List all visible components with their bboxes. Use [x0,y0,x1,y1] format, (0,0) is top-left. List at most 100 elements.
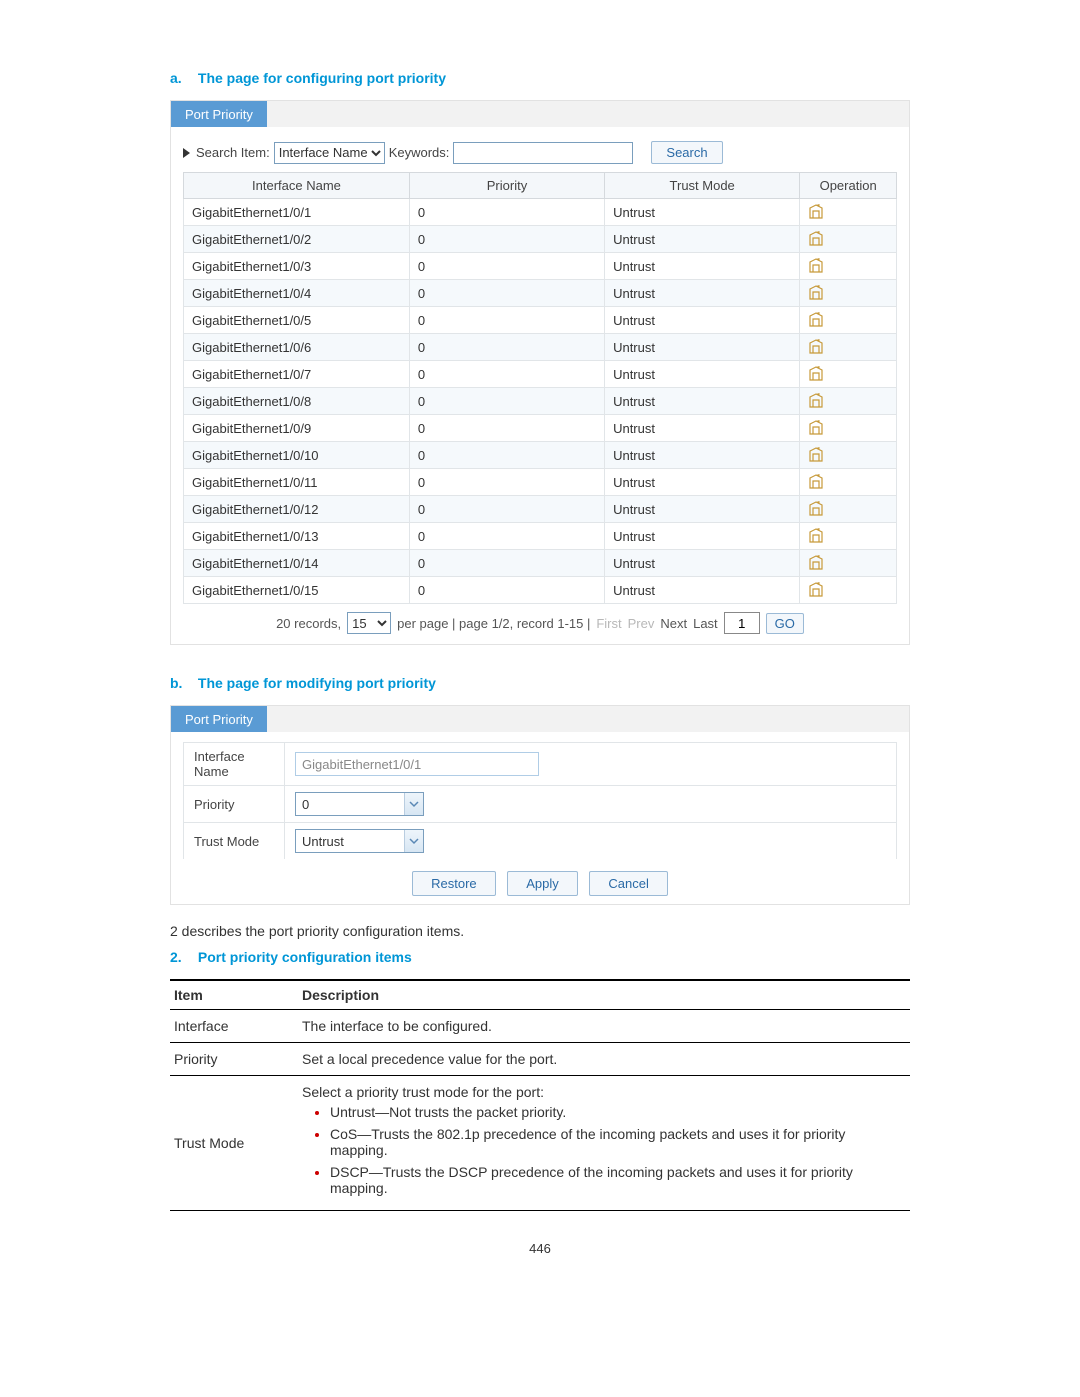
cell-priority: 0 [409,550,604,577]
table-row: GigabitEthernet1/0/130Untrust [184,523,897,550]
cell-priority: 0 [409,253,604,280]
panel-b: Interface Name Priority 0 Trust Mo [170,732,910,905]
col-priority: Priority [409,173,604,199]
tab-port-priority-b[interactable]: Port Priority [171,706,267,732]
edit-icon[interactable] [808,285,888,301]
edit-icon[interactable] [808,204,888,220]
keywords-label: Keywords: [389,145,450,160]
edit-icon[interactable] [808,447,888,463]
lbl-trust: Trust Mode [184,823,285,860]
cell-interface: GigabitEthernet1/0/7 [184,361,410,388]
edit-icon[interactable] [808,393,888,409]
cell-interface: GigabitEthernet1/0/5 [184,307,410,334]
cell-trust: Untrust [605,334,800,361]
table-row: GigabitEthernet1/0/70Untrust [184,361,897,388]
cell-trust: Untrust [605,496,800,523]
tab-bar-b: Port Priority [170,705,910,732]
cell-priority: 0 [409,523,604,550]
keywords-input[interactable] [453,142,633,164]
edit-icon[interactable] [808,474,888,490]
edit-icon[interactable] [808,258,888,274]
doc-trust-desc: Select a priority trust mode for the por… [298,1076,910,1211]
cell-interface: GigabitEthernet1/0/9 [184,415,410,442]
search-item-select[interactable]: Interface Name [274,142,385,164]
cell-priority: 0 [409,307,604,334]
lbl-priority: Priority [184,786,285,823]
cell-interface: GigabitEthernet1/0/11 [184,469,410,496]
cell-trust: Untrust [605,280,800,307]
table-row: GigabitEthernet1/0/20Untrust [184,226,897,253]
cell-priority: 0 [409,388,604,415]
edit-icon[interactable] [808,339,888,355]
table-row: GigabitEthernet1/0/30Untrust [184,253,897,280]
edit-icon[interactable] [808,312,888,328]
table-row: GigabitEthernet1/0/120Untrust [184,496,897,523]
button-row: Restore Apply Cancel [183,871,897,896]
interface-field [295,752,539,776]
cell-trust: Untrust [605,253,800,280]
edit-icon[interactable] [808,420,888,436]
caption-a: a. The page for configuring port priorit… [170,70,910,86]
cell-priority: 0 [409,577,604,604]
pager-last[interactable]: Last [693,616,718,631]
search-row: Search Item: Interface Name Keywords: Se… [183,141,897,164]
col-trust: Trust Mode [605,173,800,199]
restore-button[interactable]: Restore [412,871,496,896]
table-row: GigabitEthernet1/0/110Untrust [184,469,897,496]
cell-interface: GigabitEthernet1/0/13 [184,523,410,550]
doc-head-item: Item [170,980,298,1010]
cell-interface: GigabitEthernet1/0/14 [184,550,410,577]
table-row: GigabitEthernet1/0/40Untrust [184,280,897,307]
edit-icon[interactable] [808,366,888,382]
modify-form: Interface Name Priority 0 Trust Mo [183,742,897,859]
cancel-button[interactable]: Cancel [589,871,667,896]
cell-priority: 0 [409,280,604,307]
table-row: GigabitEthernet1/0/60Untrust [184,334,897,361]
cell-interface: GigabitEthernet1/0/8 [184,388,410,415]
table-row: GigabitEthernet1/0/90Untrust [184,415,897,442]
edit-icon[interactable] [808,555,888,571]
cell-interface: GigabitEthernet1/0/6 [184,334,410,361]
table-row: GigabitEthernet1/0/100Untrust [184,442,897,469]
tab-port-priority[interactable]: Port Priority [171,101,267,127]
edit-icon[interactable] [808,582,888,598]
lbl-interface: Interface Name [184,743,285,786]
para-desc: 2 describes the port priority configurat… [170,923,910,939]
cell-interface: GigabitEthernet1/0/4 [184,280,410,307]
cell-trust: Untrust [605,469,800,496]
priority-select[interactable]: 0 [295,792,424,816]
cell-trust: Untrust [605,361,800,388]
page-input[interactable] [724,612,760,634]
go-button[interactable]: GO [766,613,804,634]
cell-priority: 0 [409,199,604,226]
pager-next[interactable]: Next [660,616,687,631]
chevron-down-icon [405,830,423,852]
edit-icon[interactable] [808,528,888,544]
table-row: GigabitEthernet1/0/140Untrust [184,550,897,577]
trust-select[interactable]: Untrust [295,829,424,853]
col-operation: Operation [800,173,897,199]
caption-2: 2. Port priority configuration items [170,949,910,965]
table-row: GigabitEthernet1/0/80Untrust [184,388,897,415]
edit-icon[interactable] [808,501,888,517]
cell-interface: GigabitEthernet1/0/15 [184,577,410,604]
cell-trust: Untrust [605,388,800,415]
pagesize-select[interactable]: 15 [347,612,391,634]
config-items-table: Item Description Interface The interface… [170,979,910,1211]
doc-priority-desc: Set a local precedence value for the por… [298,1043,910,1076]
pager-prev: Prev [628,616,655,631]
search-button[interactable]: Search [651,141,722,164]
search-item-label: Search Item: [196,145,270,160]
edit-icon[interactable] [808,231,888,247]
doc-interface-desc: The interface to be configured. [298,1010,910,1043]
table-row: GigabitEthernet1/0/50Untrust [184,307,897,334]
cell-priority: 0 [409,415,604,442]
apply-button[interactable]: Apply [507,871,578,896]
caption-b: b. The page for modifying port priority [170,675,910,691]
cell-interface: GigabitEthernet1/0/2 [184,226,410,253]
doc-priority: Priority [170,1043,298,1076]
panel-a: Search Item: Interface Name Keywords: Se… [170,127,910,645]
table-row: GigabitEthernet1/0/10Untrust [184,199,897,226]
doc-trust: Trust Mode [170,1076,298,1211]
cell-priority: 0 [409,442,604,469]
